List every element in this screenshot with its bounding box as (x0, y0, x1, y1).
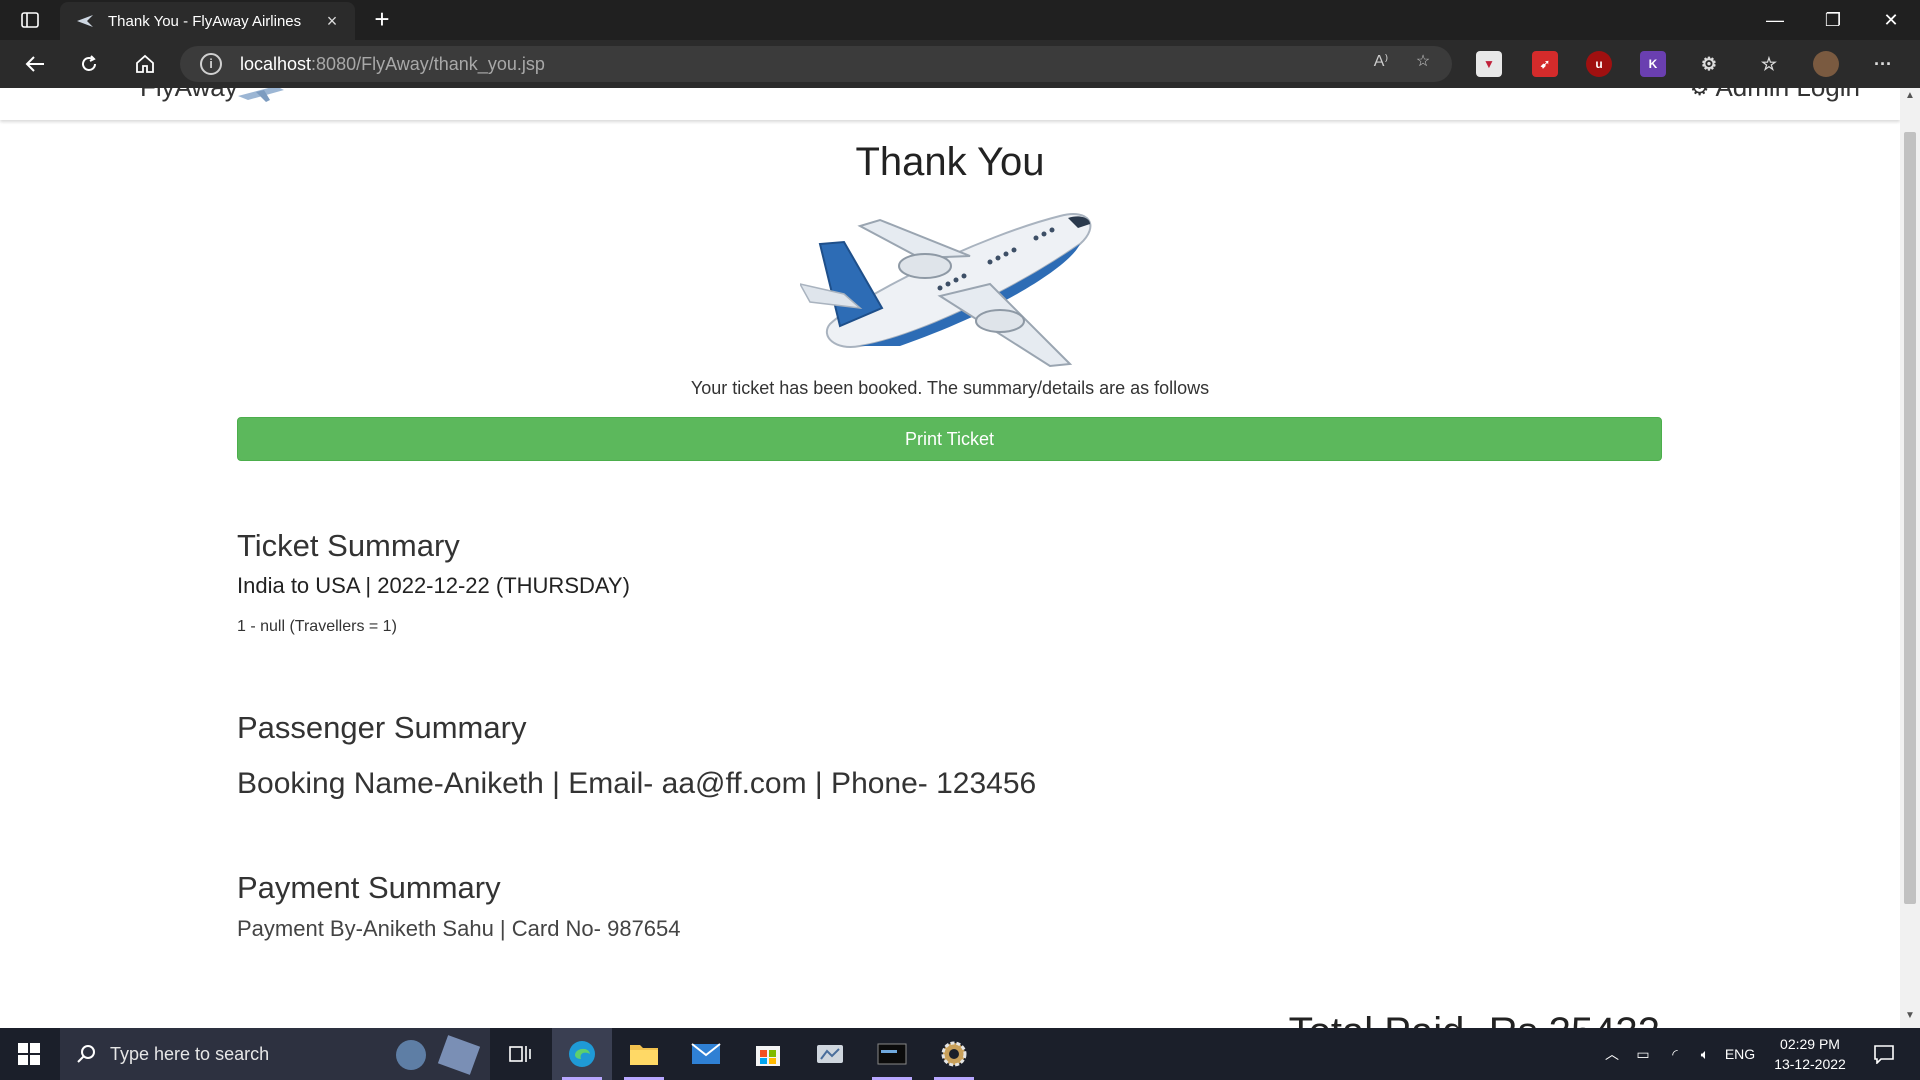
language-indicator[interactable]: ENG (1722, 1028, 1758, 1080)
browser-tab-bar: Thank You - FlyAway Airlines × + — ❐ ✕ (0, 0, 1920, 40)
total-paid: Total Paid- Rs.35432 (1289, 1010, 1660, 1028)
url-text: localhost:8080/FlyAway/thank_you.jsp (240, 53, 545, 74)
gear-icon: ⚙ (1690, 88, 1710, 101)
ticket-route-date: India to USA | 2022-12-22 (THURSDAY) (237, 573, 630, 598)
back-arrow-icon[interactable] (18, 48, 52, 80)
restore-icon[interactable]: ❐ (1804, 0, 1862, 40)
add-favorite-icon[interactable]: ☆ (1408, 46, 1438, 76)
extension-pocket-icon[interactable]: ▼ (1476, 51, 1502, 77)
volume-icon[interactable]: 🔈︎ (1690, 1028, 1720, 1080)
airplane-illustration (800, 213, 1092, 368)
satellite-icon (437, 1035, 481, 1075)
tab-actions-icon[interactable] (14, 8, 46, 32)
notifications-icon[interactable] (1864, 1028, 1904, 1080)
scroll-down-arrow-icon[interactable]: ▼ (1900, 1010, 1920, 1026)
taskbar-clock[interactable]: 02:29 PM 13-12-2022 (1760, 1034, 1860, 1074)
booking-confirmation-message: Your ticket has been booked. The summary… (690, 378, 1210, 398)
taskbar-settings-gear-icon[interactable] (924, 1028, 984, 1080)
windows-start-icon[interactable] (0, 1028, 58, 1080)
search-highlight-icon (396, 1040, 426, 1070)
new-tab-button[interactable]: + (368, 6, 396, 34)
battery-icon[interactable]: ▭ (1628, 1028, 1658, 1080)
payment-summary-heading: Payment Summary (237, 870, 501, 905)
taskbar-mysql-icon[interactable] (862, 1028, 922, 1080)
more-menu-icon[interactable]: ··· (1870, 51, 1896, 77)
site-navbar: FlyAway ⚙ Admin Login (0, 88, 1900, 120)
taskbar-file-explorer-icon[interactable] (614, 1028, 674, 1080)
passenger-details: Booking Name-Aniketh | Email- aa@ff.com … (237, 767, 1037, 800)
extensions-puzzle-icon[interactable]: ⚙ (1696, 51, 1722, 77)
taskbar-search-box[interactable]: Type here to search (60, 1028, 490, 1080)
print-ticket-button[interactable]: Print Ticket (237, 417, 1662, 461)
taskbar-store-icon[interactable] (738, 1028, 798, 1080)
windows-taskbar: Type here to search ︿ ▭ ◜ 🔈︎ ENG 02:29 P… (0, 1028, 1920, 1080)
taskbar-mail-icon[interactable] (676, 1028, 736, 1080)
page-title: Thank You (855, 140, 1045, 184)
scroll-up-arrow-icon[interactable]: ▲ (1900, 90, 1920, 106)
ticket-summary-heading: Ticket Summary (237, 528, 460, 563)
scrollbar-thumb[interactable] (1904, 132, 1916, 904)
passenger-summary-heading: Passenger Summary (237, 710, 527, 745)
brand-link[interactable]: FlyAway (140, 88, 238, 103)
home-icon[interactable] (128, 48, 162, 80)
profile-avatar[interactable] (1813, 51, 1839, 77)
address-bar[interactable]: i localhost:8080/FlyAway/thank_you.jsp (180, 46, 1452, 82)
close-tab-icon[interactable]: × (323, 11, 341, 31)
site-info-icon[interactable]: i (200, 53, 222, 75)
minimize-icon[interactable]: — (1746, 0, 1804, 40)
read-aloud-icon[interactable]: A⁾ (1366, 46, 1396, 76)
wifi-icon[interactable]: ◜ (1660, 1028, 1690, 1080)
payment-details: Payment By-Aniketh Sahu | Card No- 98765… (237, 916, 681, 941)
clock-date: 13-12-2022 (1774, 1056, 1846, 1072)
search-icon (77, 1045, 95, 1063)
taskbar-app-icon[interactable] (800, 1028, 860, 1080)
browser-tab-active[interactable]: Thank You - FlyAway Airlines × (60, 2, 355, 40)
extension-purple-icon[interactable]: K (1640, 51, 1666, 77)
ticket-travellers: 1 - null (Travellers = 1) (237, 618, 397, 635)
web-page: FlyAway ⚙ Admin Login Thank You Your ti (0, 88, 1900, 1028)
refresh-icon[interactable] (72, 48, 106, 80)
taskbar-edge-icon[interactable] (552, 1028, 612, 1080)
favorites-icon[interactable]: ☆ (1756, 51, 1782, 77)
show-hidden-icons-icon[interactable]: ︿ (1600, 1028, 1624, 1080)
admin-login-link[interactable]: ⚙ Admin Login (1690, 88, 1860, 103)
brand-plane-icon (236, 88, 286, 109)
task-view-icon[interactable] (490, 1028, 550, 1080)
page-scrollbar[interactable]: ▲ ▼ (1900, 88, 1920, 1028)
close-window-icon[interactable]: ✕ (1862, 0, 1920, 40)
extension-red-icon[interactable]: ➹ (1532, 51, 1558, 77)
tab-title: Thank You - FlyAway Airlines (108, 12, 302, 30)
airplane-favicon-icon (74, 10, 96, 32)
clock-time: 02:29 PM (1780, 1036, 1840, 1052)
search-placeholder: Type here to search (110, 1043, 270, 1064)
extension-ublock-icon[interactable]: u (1586, 51, 1612, 77)
browser-toolbar: i localhost:8080/FlyAway/thank_you.jsp A… (0, 40, 1920, 88)
